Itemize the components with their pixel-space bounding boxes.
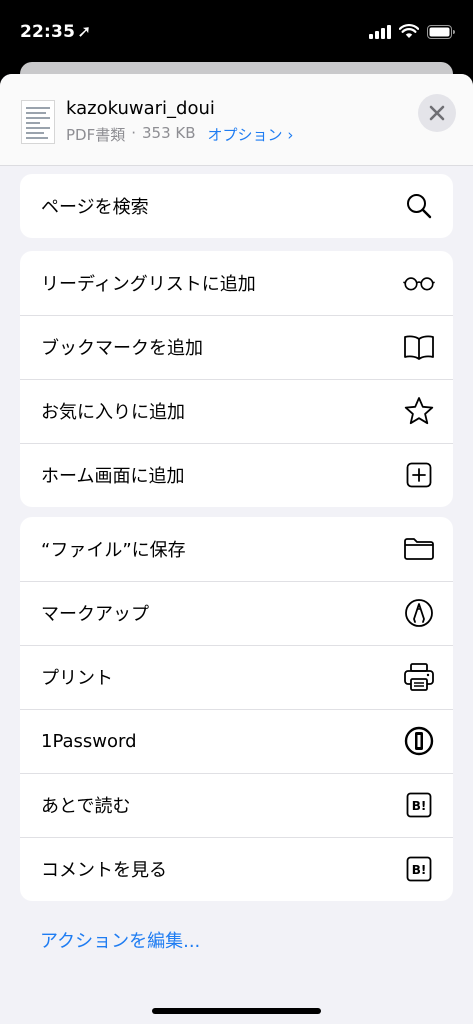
document-thumbnail — [21, 100, 55, 144]
status-icons — [369, 24, 455, 39]
status-bar: 22:35 ➚ — [0, 0, 473, 62]
cellular-signal-icon — [369, 24, 391, 39]
hatena-bookmark-icon: B! — [403, 853, 435, 885]
action-label: リーディングリストに追加 — [41, 274, 256, 295]
action-add-home-screen[interactable]: ホーム画面に追加 — [20, 443, 453, 507]
action-add-favorites[interactable]: お気に入りに追加 — [20, 379, 453, 443]
location-icon: ➚ — [77, 22, 92, 42]
action-label: 1Password — [41, 730, 137, 752]
battery-icon — [427, 24, 455, 39]
sheet-header: kazokuwari_doui PDF書類 · 353 KB オプション › — [0, 74, 473, 166]
meta-separator: · — [131, 124, 137, 142]
edit-actions-link[interactable]: アクションを編集... — [40, 927, 200, 953]
wifi-icon — [399, 24, 419, 38]
action-add-reading-list[interactable]: リーディングリストに追加 — [20, 251, 453, 315]
file-size: 353 KB — [142, 124, 196, 142]
action-label: ブックマークを追加 — [41, 338, 203, 359]
file-meta: PDF書類 · 353 KB オプション › — [66, 124, 293, 145]
action-view-comments[interactable]: コメントを見る B! — [20, 837, 453, 901]
printer-icon — [403, 661, 435, 693]
share-sheet: kazokuwari_doui PDF書類 · 353 KB オプション › ペ… — [0, 74, 473, 1024]
close-icon — [429, 105, 445, 121]
home-indicator[interactable] — [152, 1008, 321, 1014]
action-label: あとで読む — [41, 796, 131, 817]
1password-icon — [403, 725, 435, 757]
options-link[interactable]: オプション › — [208, 124, 294, 145]
action-add-bookmark[interactable]: ブックマークを追加 — [20, 315, 453, 379]
hatena-icon-text: B! — [412, 799, 427, 813]
action-label: マークアップ — [41, 604, 149, 625]
action-label: ホーム画面に追加 — [41, 466, 185, 487]
action-label: コメントを見る — [41, 860, 167, 881]
action-label: “ファイル”に保存 — [41, 540, 186, 561]
action-group-add: リーディングリストに追加 ブックマークを追加 お気に入りに追加 ホーム画面に追加 — [20, 251, 453, 507]
hatena-icon-text: B! — [412, 863, 427, 877]
glasses-icon — [403, 267, 435, 299]
file-name: kazokuwari_doui — [66, 98, 215, 119]
close-button[interactable] — [418, 94, 456, 132]
status-time: 22:35 ➚ — [20, 22, 92, 42]
action-label: プリント — [41, 668, 113, 689]
file-type: PDF書類 — [66, 126, 126, 144]
markup-icon — [403, 597, 435, 629]
action-group-search: ページを検索 — [20, 174, 453, 238]
action-save-to-files[interactable]: “ファイル”に保存 — [20, 517, 453, 581]
plus-square-icon — [403, 459, 435, 491]
action-label: お気に入りに追加 — [41, 402, 185, 423]
action-label: ページを検索 — [41, 197, 149, 218]
action-1password[interactable]: 1Password — [20, 709, 453, 773]
book-icon — [403, 331, 435, 363]
action-markup[interactable]: マークアップ — [20, 581, 453, 645]
action-find-on-page[interactable]: ページを検索 — [20, 174, 453, 238]
star-icon — [403, 395, 435, 427]
hatena-bookmark-icon: B! — [403, 789, 435, 821]
search-icon — [403, 190, 435, 222]
clock: 22:35 — [20, 22, 76, 42]
action-read-later[interactable]: あとで読む B! — [20, 773, 453, 837]
action-print[interactable]: プリント — [20, 645, 453, 709]
folder-icon — [403, 533, 435, 565]
action-group-apps: “ファイル”に保存 マークアップ プリント 1Password あとで読む B!… — [20, 517, 453, 901]
